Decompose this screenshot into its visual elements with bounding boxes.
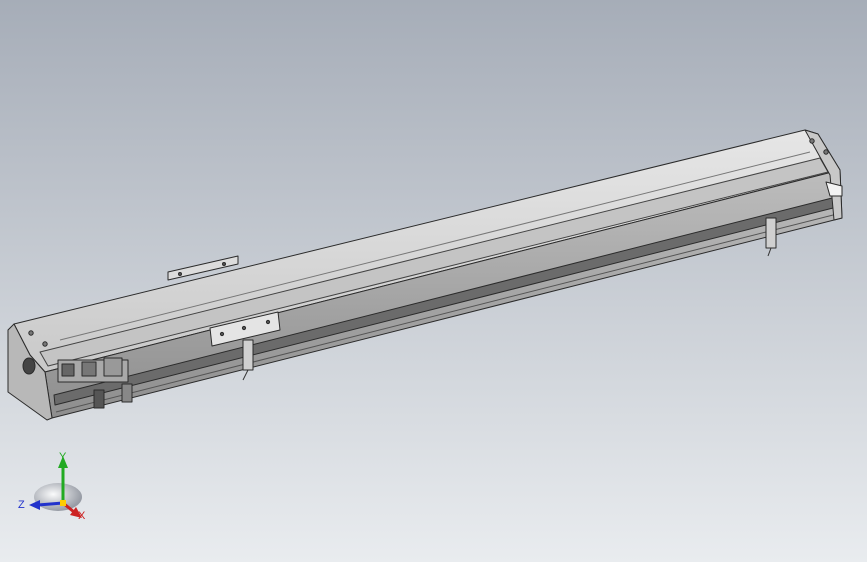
screw	[265, 319, 271, 325]
screw	[219, 331, 225, 337]
screw	[823, 149, 829, 155]
triad-origin	[60, 500, 66, 506]
z-axis-line	[37, 501, 64, 507]
triad-sphere	[34, 483, 82, 511]
graphics-area[interactable]: Y Z X	[0, 0, 867, 562]
x-axis-label: X	[78, 510, 86, 522]
screw	[809, 138, 815, 144]
y-axis-label: Y	[59, 451, 67, 463]
z-axis-label: Z	[18, 499, 25, 511]
screw	[241, 325, 247, 331]
graphics-viewport[interactable]: Y Z X	[0, 0, 867, 562]
screw	[222, 262, 226, 266]
screw	[42, 341, 48, 347]
screw	[28, 330, 34, 336]
screw	[178, 272, 182, 276]
motor-shaft-hole	[22, 357, 36, 375]
